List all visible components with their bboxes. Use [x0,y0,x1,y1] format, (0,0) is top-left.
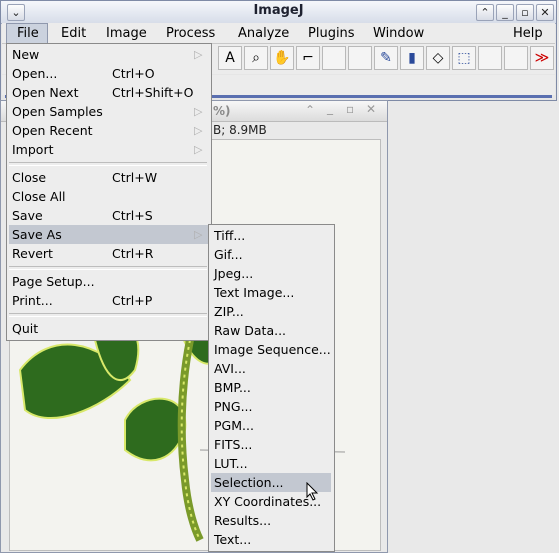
menu-plugins[interactable]: Plugins [308,26,355,41]
file-menu-close[interactable]: Close Ctrl+W [9,168,208,187]
magnifier-tool-icon[interactable]: ⌕ [244,46,268,70]
file-menu-page-setup[interactable]: Page Setup... [9,272,208,291]
close-icon[interactable]: ✕ [366,102,376,116]
image-info-text: B; 8.9MB [213,123,267,137]
empty-tool-slot[interactable] [478,46,502,70]
save-as-raw-data[interactable]: Raw Data... [211,321,331,340]
submenu-arrow-icon: ▷ [194,124,203,137]
minimize-icon[interactable]: _ [327,101,333,115]
menu-bar: File Edit Image Process Analyze Plugins … [2,23,555,44]
brush-tool-icon[interactable]: ▮ [400,46,424,70]
more-tools-icon[interactable]: ≫ [530,46,554,70]
menu-separator [9,313,207,317]
file-menu-open-recent[interactable]: Open Recent ▷ [9,121,208,140]
text-tool-icon[interactable]: A [218,46,242,70]
empty-tool-slot[interactable] [348,46,372,70]
file-menu: New ▷ Open... Ctrl+O Open Next Ctrl+Shift+O… [6,43,212,341]
file-menu-import[interactable]: Import ▷ [9,140,208,159]
fill-tool-icon[interactable]: ⬚ [452,46,476,70]
menu-edit[interactable]: Edit [61,26,86,41]
pencil-tool-icon[interactable]: ✎ [374,46,398,70]
title-bar[interactable]: ⌄ ImageJ ⌃ _ ▫ ✕ [1,1,556,24]
save-as-lut[interactable]: LUT... [211,454,331,473]
eraser-tool-icon[interactable]: ◇ [426,46,450,70]
mouse-cursor-icon [306,482,319,501]
window-title: ImageJ [253,3,304,18]
file-menu-quit[interactable]: Quit [9,319,208,338]
dropper-tool-icon[interactable]: ⌐ [296,46,320,70]
save-as-text-image[interactable]: Text Image... [211,283,331,302]
file-menu-save-as[interactable]: Save As ▷ [9,225,208,244]
file-menu-close-all[interactable]: Close All [9,187,208,206]
file-menu-open[interactable]: Open... Ctrl+O [9,64,208,83]
menu-analyze[interactable]: Analyze [238,26,289,41]
shade-icon[interactable]: ⌃ [305,103,315,117]
file-menu-new[interactable]: New ▷ [9,45,208,64]
minimize-icon[interactable]: _ [496,4,514,21]
save-as-jpeg[interactable]: Jpeg... [211,264,331,283]
submenu-arrow-icon: ▷ [194,48,203,61]
file-menu-revert[interactable]: Revert Ctrl+R [9,244,208,263]
file-menu-save[interactable]: Save Ctrl+S [9,206,208,225]
menu-file[interactable]: File [17,26,39,41]
save-as-zip[interactable]: ZIP... [211,302,331,321]
menu-separator [9,162,207,166]
save-as-bmp[interactable]: BMP... [211,378,331,397]
hand-tool-icon[interactable]: ✋ [270,46,294,70]
save-as-png[interactable]: PNG... [211,397,331,416]
file-menu-open-next[interactable]: Open Next Ctrl+Shift+O [9,83,208,102]
menu-window[interactable]: Window [373,26,424,41]
menu-separator [9,266,207,270]
save-as-tiff[interactable]: Tiff... [211,226,331,245]
menu-image[interactable]: Image [106,26,147,41]
save-as-submenu: Tiff... Gif... Jpeg... Text Image... ZIP… [208,224,335,552]
save-as-pgm[interactable]: PGM... [211,416,331,435]
shade-icon[interactable]: ⌃ [476,4,494,21]
maximize-icon[interactable]: ▫ [346,102,354,116]
save-as-gif[interactable]: Gif... [211,245,331,264]
submenu-arrow-icon: ▷ [194,143,203,156]
save-as-text[interactable]: Text... [211,530,331,549]
save-as-results[interactable]: Results... [211,511,331,530]
image-window-title: %) [213,104,231,118]
save-as-image-sequence[interactable]: Image Sequence... [211,340,331,359]
save-as-avi[interactable]: AVI... [211,359,331,378]
menu-process[interactable]: Process [166,26,215,41]
submenu-arrow-icon: ▷ [194,105,203,118]
empty-tool-slot[interactable] [322,46,346,70]
file-menu-open-samples[interactable]: Open Samples ▷ [9,102,208,121]
file-menu-print[interactable]: Print... Ctrl+P [9,291,208,310]
menu-help[interactable]: Help [513,26,543,41]
empty-tool-slot[interactable] [504,46,528,70]
maximize-icon[interactable]: ▫ [516,4,534,21]
save-as-fits[interactable]: FITS... [211,435,331,454]
close-icon[interactable]: ✕ [536,4,554,21]
submenu-arrow-icon: ▷ [194,228,203,241]
